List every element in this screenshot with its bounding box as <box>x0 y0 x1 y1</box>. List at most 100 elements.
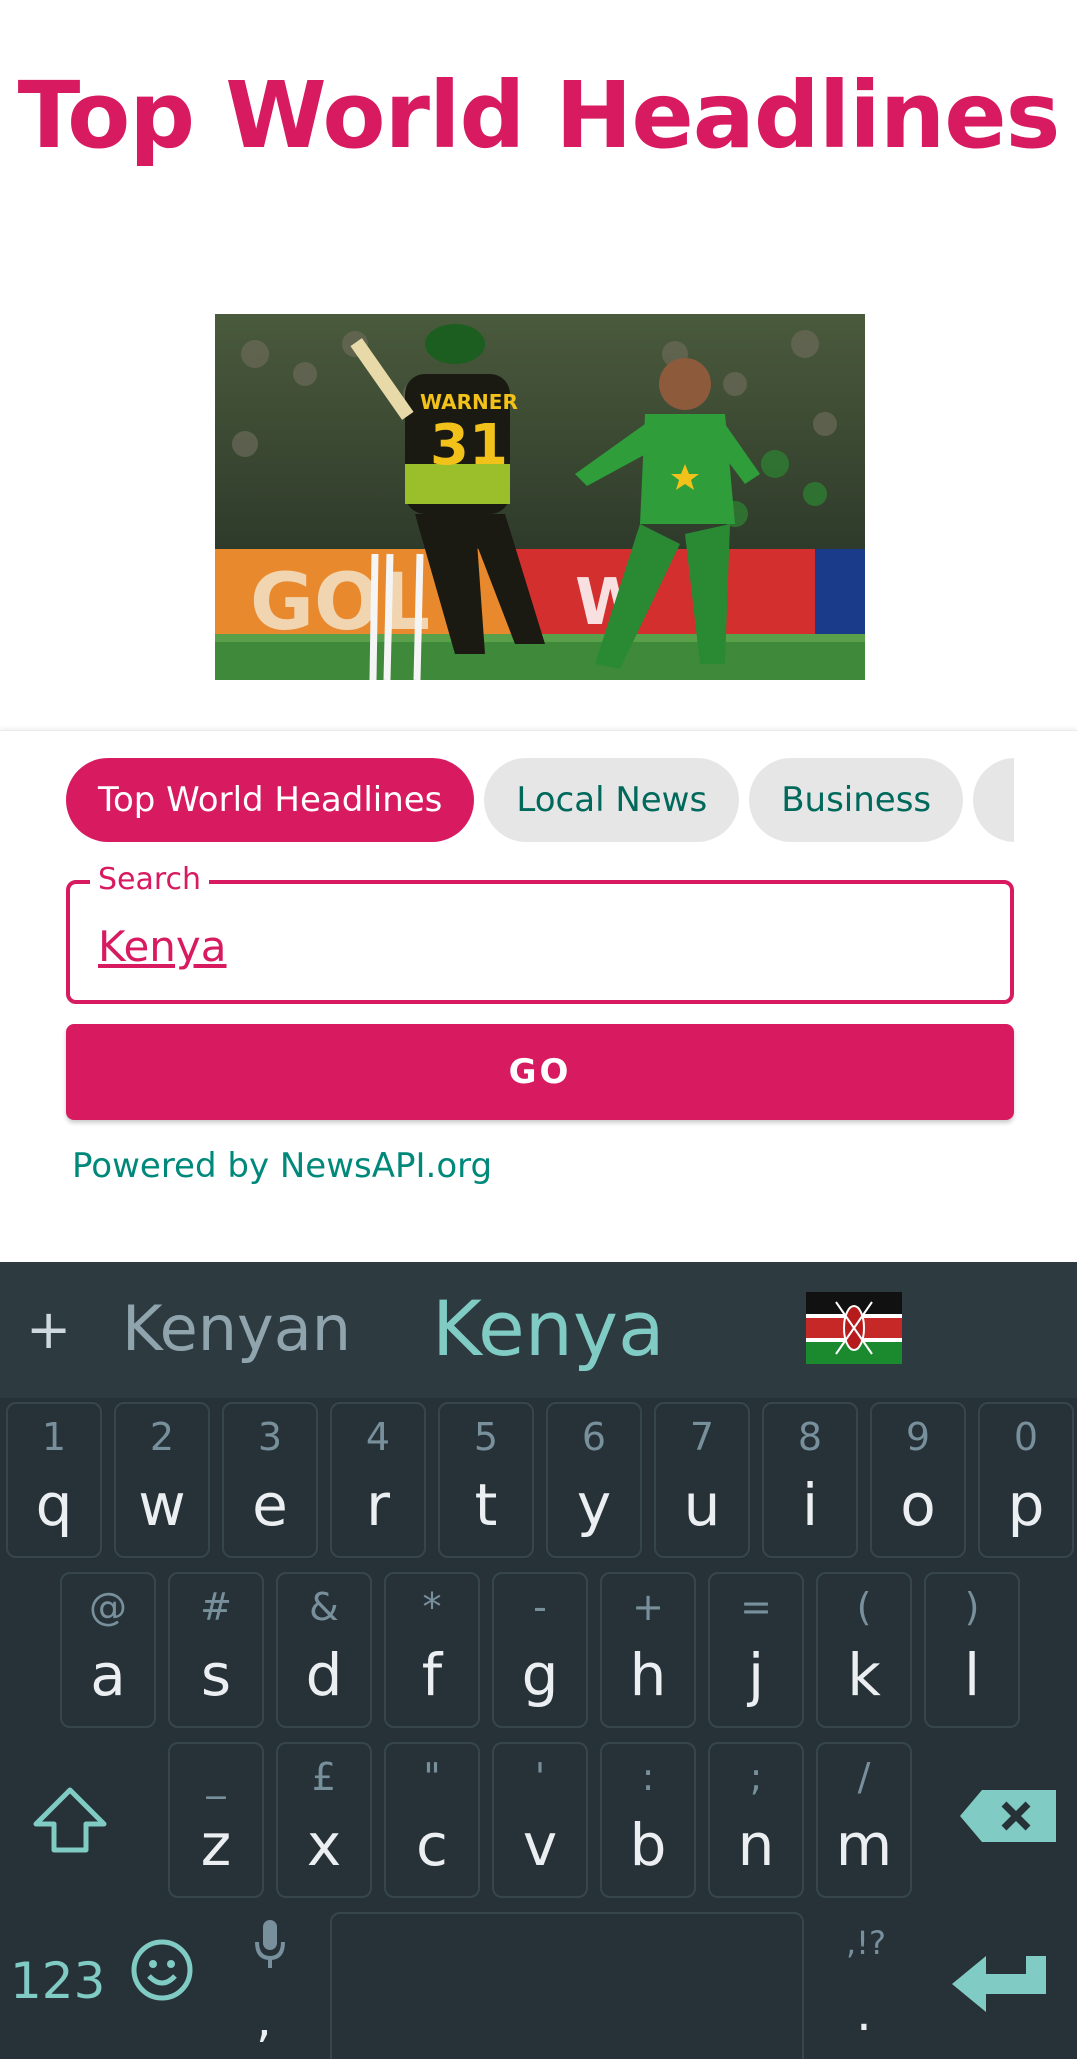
plus-icon[interactable]: + <box>26 1290 71 1370</box>
key-v[interactable]: ' v <box>492 1742 588 1898</box>
key-label: e <box>252 1471 288 1539</box>
key-label: t <box>474 1471 498 1539</box>
key-label: f <box>421 1641 443 1709</box>
enter-icon[interactable] <box>950 1954 1050 2016</box>
key-y[interactable]: 6y <box>546 1402 642 1558</box>
chip-local-news[interactable]: Local News <box>484 758 740 842</box>
key-a[interactable]: @ a <box>60 1572 156 1728</box>
key-hint: 0 <box>1013 1415 1039 1459</box>
key-label: h <box>629 1641 667 1709</box>
emoji-icon[interactable] <box>130 1938 194 2002</box>
key-hint: @ <box>89 1585 127 1629</box>
key-label: m <box>835 1811 893 1879</box>
key-hint: 2 <box>149 1415 175 1459</box>
key-hint: 9 <box>905 1415 931 1459</box>
key-g[interactable]: -g <box>492 1572 588 1728</box>
key-label: q <box>35 1471 73 1539</box>
key-label: j <box>747 1641 765 1709</box>
key-hint: £ <box>311 1755 337 1799</box>
punctuation-hint: ,!? <box>846 1924 886 1962</box>
key-label: g <box>521 1641 559 1709</box>
key-w[interactable]: 2w <box>114 1402 210 1558</box>
chip-business[interactable]: Business <box>749 758 964 842</box>
key-label: r <box>366 1471 390 1539</box>
search-input[interactable] <box>98 920 978 972</box>
powered-by-link[interactable]: Powered by NewsAPI.org <box>72 1146 492 1186</box>
key-d[interactable]: & d <box>276 1572 372 1728</box>
category-chips: Top World Headlines Local News Business <box>66 758 1014 842</box>
key-z[interactable]: _ z <box>168 1742 264 1898</box>
key-label: l <box>963 1641 981 1709</box>
page-title: Top World Headlines <box>17 62 1061 169</box>
key-hint: - <box>533 1585 547 1629</box>
key-label: s <box>200 1641 232 1709</box>
key-p[interactable]: 0p <box>978 1402 1074 1558</box>
key-hint: & <box>309 1585 339 1629</box>
microphone-icon[interactable] <box>254 1918 286 1970</box>
key-e[interactable]: 3e <box>222 1402 318 1558</box>
numbers-key[interactable]: 123 <box>10 1952 105 2010</box>
key-hint: 7 <box>689 1415 715 1459</box>
suggestion-kenyan[interactable]: Kenyan <box>122 1284 351 1374</box>
key-hint: + <box>632 1585 664 1629</box>
key-label: v <box>522 1811 558 1879</box>
backspace-icon[interactable] <box>958 1788 1058 1844</box>
key-hint: * <box>422 1585 442 1629</box>
key-h[interactable]: + h <box>600 1572 696 1728</box>
key-hint: ; <box>749 1755 763 1799</box>
chip-next-partial[interactable] <box>973 758 1014 842</box>
headline-image[interactable]: GOL W WARNER 31 <box>215 314 865 680</box>
key-hint: 6 <box>581 1415 607 1459</box>
key-label: i <box>801 1471 819 1539</box>
period-key[interactable]: . <box>856 1984 872 2042</box>
shift-icon[interactable] <box>30 1784 110 1856</box>
jersey-name: WARNER <box>420 390 518 414</box>
suggestion-strip: + Kenyan Kenya <box>0 1262 1077 1398</box>
key-label: x <box>306 1811 342 1879</box>
key-t[interactable]: 5t <box>438 1402 534 1558</box>
space-key[interactable] <box>330 1912 804 2059</box>
key-k[interactable]: (k <box>816 1572 912 1728</box>
kenya-flag-emoji[interactable] <box>806 1292 902 1364</box>
key-m[interactable]: / m <box>816 1742 912 1898</box>
key-label: p <box>1007 1471 1045 1539</box>
key-u[interactable]: 7u <box>654 1402 750 1558</box>
search-label: Search <box>90 862 210 898</box>
key-x[interactable]: £ x <box>276 1742 372 1898</box>
key-s[interactable]: # s <box>168 1572 264 1728</box>
key-f[interactable]: * f <box>384 1572 480 1728</box>
key-i[interactable]: 8i <box>762 1402 858 1558</box>
keyboard: + Kenyan Kenya 1q2w3e4r5t6y7u8i9o0p @ a # s… <box>0 1262 1077 2059</box>
key-j[interactable]: = j <box>708 1572 804 1728</box>
suggestion-kenya[interactable]: Kenya <box>432 1284 665 1374</box>
go-button[interactable]: GO <box>66 1024 1014 1120</box>
key-c[interactable]: " c <box>384 1742 480 1898</box>
key-n[interactable]: ; n <box>708 1742 804 1898</box>
key-hint: ) <box>964 1585 980 1629</box>
key-r[interactable]: 4r <box>330 1402 426 1558</box>
key-b[interactable]: :b <box>600 1742 696 1898</box>
key-hint: " <box>423 1755 441 1799</box>
key-hint: 5 <box>473 1415 499 1459</box>
key-hint: # <box>200 1585 232 1629</box>
key-hint: / <box>857 1755 871 1799</box>
jersey-number: 31 <box>430 413 508 478</box>
key-label: y <box>576 1471 612 1539</box>
key-label: b <box>629 1811 667 1879</box>
key-label: k <box>847 1641 881 1709</box>
search-field[interactable]: Search <box>66 862 1014 1004</box>
comma-key[interactable]: , <box>256 1990 272 2048</box>
key-hint: 1 <box>41 1415 67 1459</box>
chip-top-world-headlines[interactable]: Top World Headlines <box>66 758 475 842</box>
key-label: u <box>683 1471 721 1539</box>
key-label: n <box>737 1811 775 1879</box>
key-label: o <box>900 1471 936 1539</box>
key-hint: _ <box>206 1755 226 1799</box>
key-l[interactable]: ) l <box>924 1572 1020 1728</box>
key-label: w <box>138 1471 186 1539</box>
key-o[interactable]: 9o <box>870 1402 966 1558</box>
key-hint: = <box>740 1585 772 1629</box>
key-label: d <box>305 1641 343 1709</box>
key-hint: ' <box>534 1755 546 1799</box>
key-q[interactable]: 1q <box>6 1402 102 1558</box>
